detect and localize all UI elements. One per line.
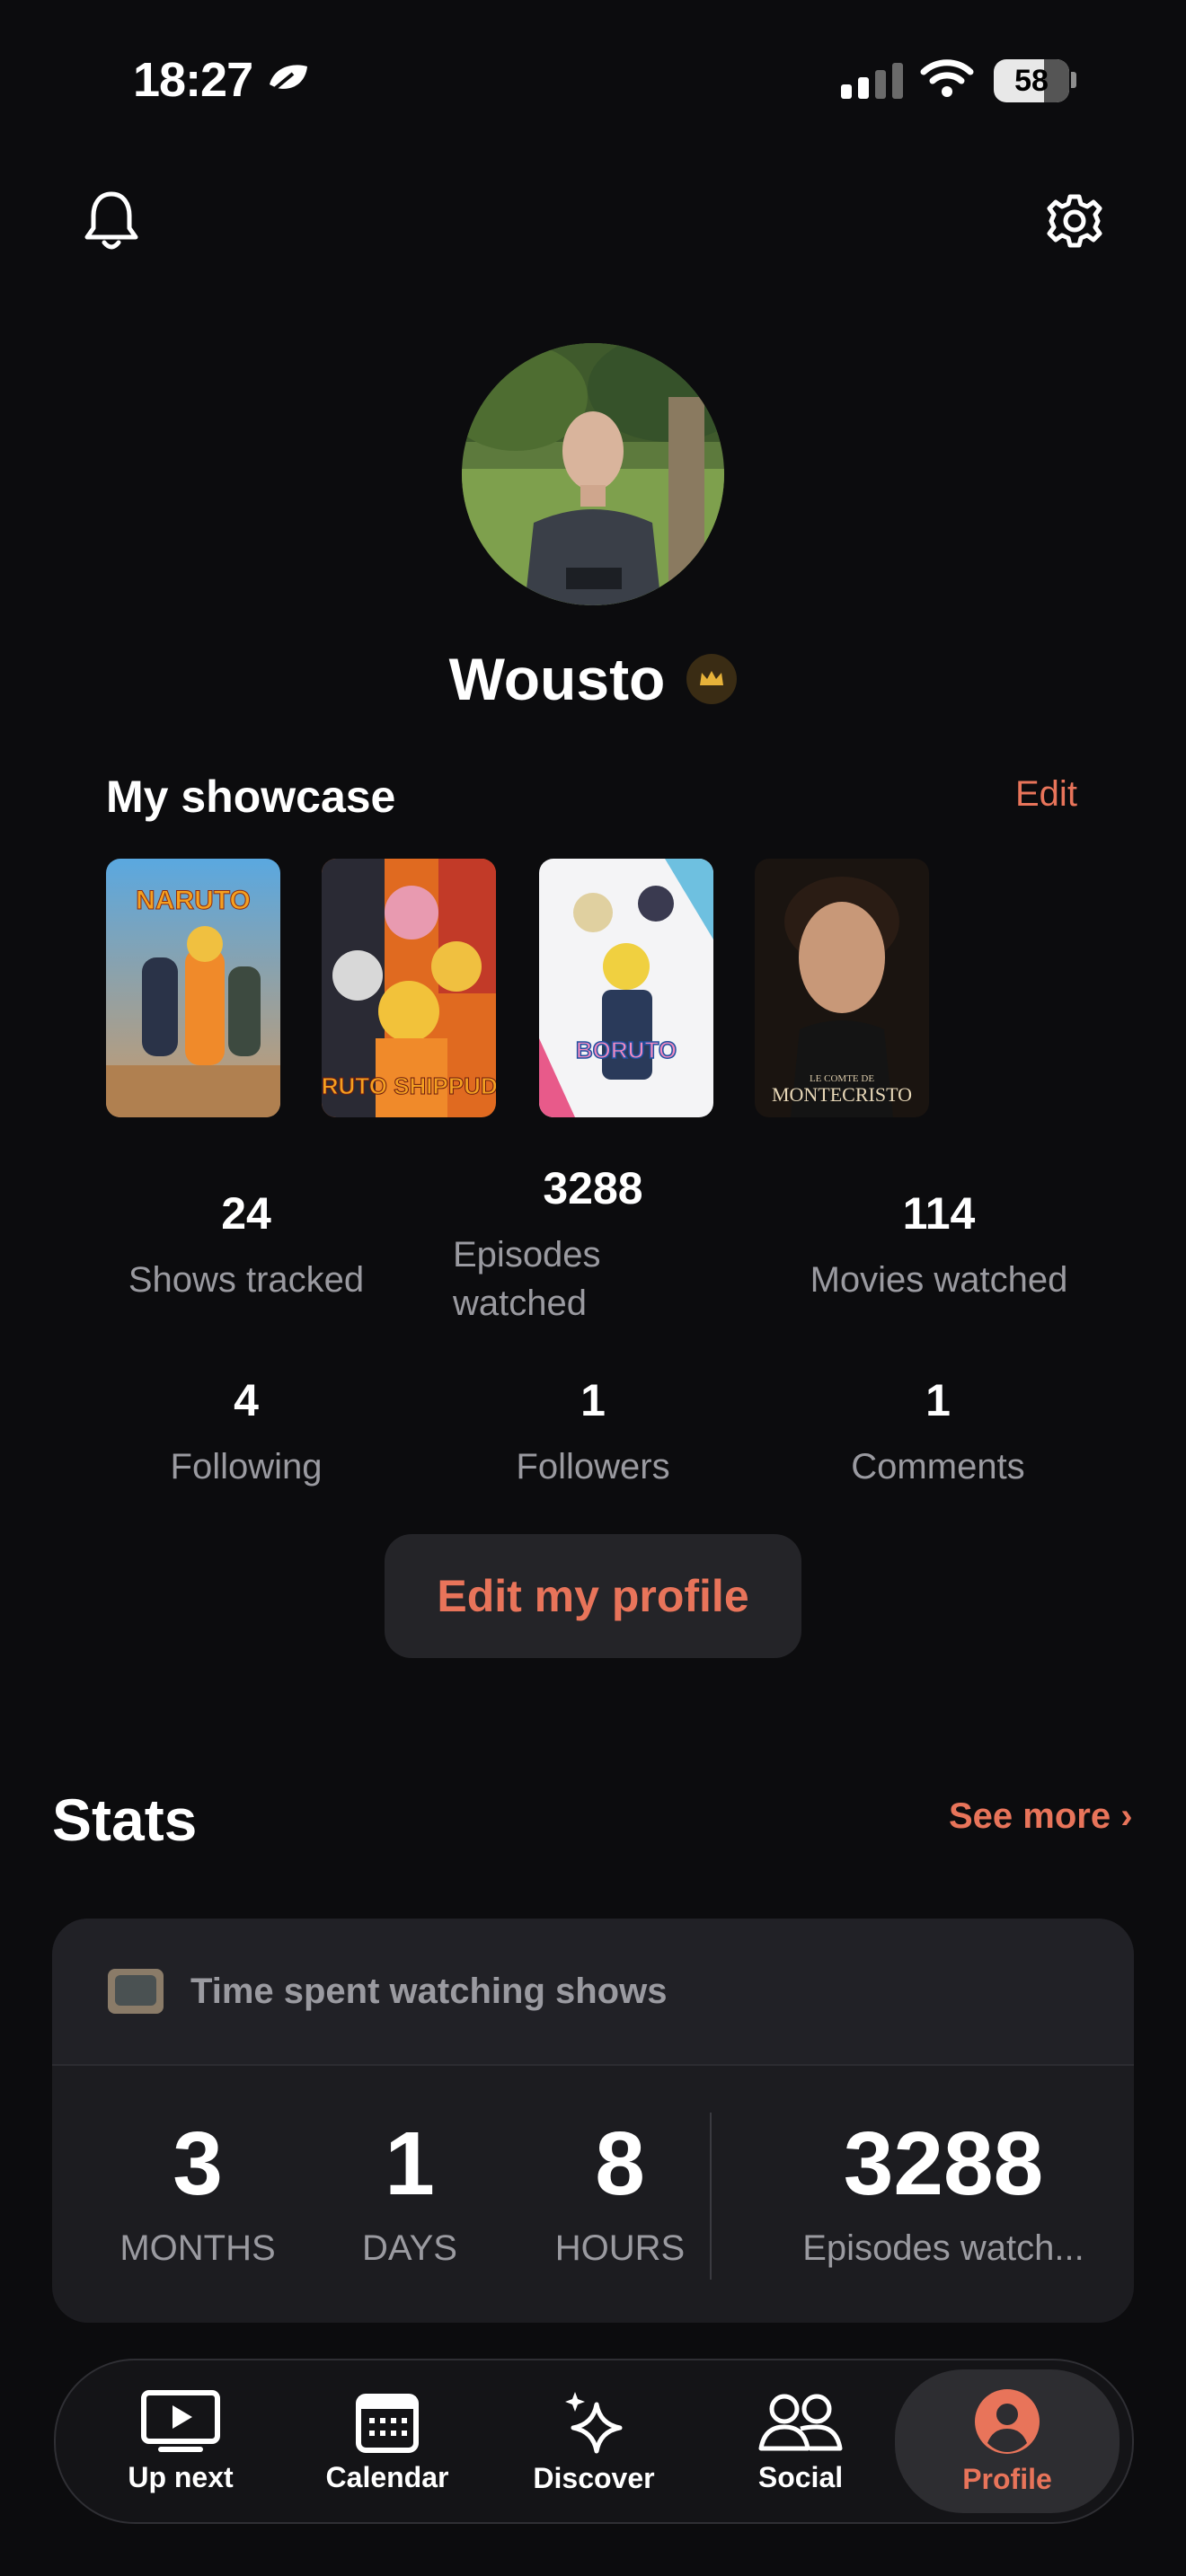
stat-comments[interactable]: 1 Comments [803, 1374, 1073, 1491]
svg-text:MONTECRISTO: MONTECRISTO [772, 1083, 912, 1106]
crown-icon [686, 654, 738, 704]
battery-tip [1071, 72, 1076, 88]
card-title: Time spent watching shows [190, 1971, 668, 2011]
stat-shows-tracked[interactable]: 24 Shows tracked [111, 1187, 381, 1304]
metric-divider [710, 2113, 712, 2280]
tab-up-next[interactable]: Up next [77, 2360, 284, 2522]
svg-text:BORUTO: BORUTO [576, 1037, 677, 1063]
settings-gear-icon[interactable] [1046, 192, 1103, 252]
battery-indicator: 58 [994, 59, 1069, 102]
tv-icon [108, 1969, 164, 2014]
notifications-bell-icon[interactable] [83, 189, 140, 254]
stat-followers[interactable]: 1 Followers [458, 1374, 728, 1491]
profile-icon [975, 2388, 1040, 2454]
showcase-poster-naruto[interactable]: NARUTO [106, 859, 280, 1117]
username: Wousto [448, 646, 666, 712]
showcase-poster-naruto-shippuden[interactable]: NARUTO SHIPPUDEN [322, 859, 496, 1117]
people-icon [758, 2394, 843, 2450]
svg-text:NARUTO SHIPPUDEN: NARUTO SHIPPUDEN [322, 1072, 496, 1099]
metric-hours: 8 HOURS [554, 2113, 686, 2268]
metric-days: 1 DAYS [362, 2113, 457, 2268]
svg-text:NARUTO: NARUTO [136, 886, 251, 915]
showcase-title: My showcase [106, 772, 396, 822]
edit-profile-button[interactable]: Edit my profile [385, 1534, 801, 1658]
calendar-icon [356, 2393, 419, 2453]
profile-header: Wousto [0, 645, 1186, 713]
stat-movies-watched[interactable]: 114 Movies watched [791, 1187, 1087, 1304]
metric-months: 3 MONTHS [119, 2113, 276, 2268]
stat-following[interactable]: 4 Following [111, 1374, 381, 1491]
stat-episodes-watched[interactable]: 3288 Episodes watched [453, 1162, 733, 1328]
stats-section-title: Stats [52, 1786, 198, 1853]
cellular-signal-icon [841, 63, 903, 99]
status-time: 18:27 [133, 53, 253, 107]
tab-social[interactable]: Social [697, 2360, 904, 2522]
showcase-poster-montecristo[interactable]: LE COMTE DE MONTECRISTO [755, 859, 929, 1117]
metric-episodes: 3288 Episodes watch... [802, 2113, 1084, 2268]
focus-leaf-icon [266, 61, 311, 101]
play-icon [141, 2389, 220, 2452]
showcase-poster-boruto[interactable]: BORUTO [539, 859, 713, 1117]
tab-calendar[interactable]: Calendar [284, 2360, 491, 2522]
tab-discover[interactable]: Discover [491, 2360, 697, 2522]
bottom-tab-bar: Up next Calendar Discover Social Profile [54, 2359, 1134, 2524]
tab-profile[interactable]: Profile [895, 2369, 1120, 2513]
avatar[interactable] [462, 343, 724, 605]
showcase-edit-button[interactable]: Edit [1015, 774, 1077, 815]
sparkle-icon [565, 2391, 623, 2453]
wifi-icon [920, 57, 974, 103]
see-more-link[interactable]: See more › [949, 1796, 1133, 1837]
